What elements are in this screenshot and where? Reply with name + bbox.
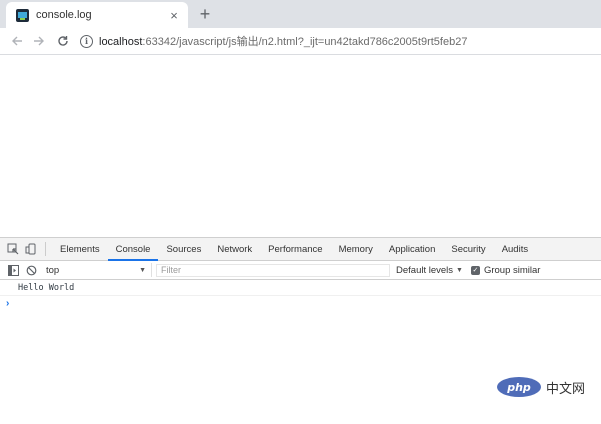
caret-down-icon: ▼ (139, 266, 146, 274)
tab-title: console.log (36, 9, 92, 21)
tab-application[interactable]: Application (381, 238, 443, 260)
log-levels-dropdown[interactable]: Default levels ▼ (396, 265, 463, 276)
clear-console-icon[interactable] (22, 261, 40, 279)
group-similar-checkbox[interactable]: ✓ (470, 265, 480, 275)
tab-strip: console.log × + (0, 0, 601, 28)
tab-audits[interactable]: Audits (494, 238, 536, 260)
tab-sources[interactable]: Sources (158, 238, 209, 260)
toolbar-divider (45, 242, 46, 256)
tab-elements[interactable]: Elements (52, 238, 108, 260)
inspect-element-icon[interactable] (4, 240, 22, 258)
close-tab-icon[interactable]: × (166, 7, 182, 23)
context-selector[interactable]: top ▼ (46, 263, 152, 277)
filter-input[interactable]: Filter (156, 263, 390, 277)
address-bar[interactable]: i localhost:63342/javascript/js输出/n2.htm… (80, 30, 467, 52)
tab-performance[interactable]: Performance (260, 238, 330, 260)
browser-toolbar: i localhost:63342/javascript/js输出/n2.htm… (0, 28, 601, 55)
site-info-icon[interactable]: i (80, 34, 93, 48)
browser-tab[interactable]: console.log × (6, 2, 188, 28)
tab-network[interactable]: Network (209, 238, 260, 260)
page-content (0, 55, 601, 236)
tab-security[interactable]: Security (443, 238, 493, 260)
sidebar-toggle-icon[interactable] (4, 261, 22, 279)
url-host: localhost (99, 36, 143, 48)
url-text[interactable]: localhost:63342/javascript/js输出/n2.html?… (99, 33, 467, 49)
device-toolbar-icon[interactable] (22, 240, 40, 258)
context-value: top (46, 264, 60, 276)
devtools-tab-bar: Elements Console Sources Network Perform… (0, 238, 601, 261)
watermark-logo: php (497, 377, 541, 397)
back-arrow-icon[interactable] (6, 30, 28, 52)
forward-arrow-icon[interactable] (28, 30, 50, 52)
watermark-text: 中文网 (546, 380, 586, 396)
watermark: php 中文网 (497, 377, 585, 397)
tab-console[interactable]: Console (107, 238, 159, 261)
url-path: :63342/javascript/js输出/n2.html?_ijt=un42… (142, 36, 468, 48)
prompt-chevron-icon: › (6, 297, 10, 309)
console-prompt[interactable]: › (0, 296, 601, 310)
caret-down-icon: ▼ (456, 266, 463, 274)
log-levels-label: Default levels (396, 264, 454, 276)
new-tab-button[interactable]: + (196, 5, 214, 23)
group-similar-toggle[interactable]: ✓ Group similar (470, 264, 541, 276)
console-toolbar: top ▼ Filter Default levels ▼ ✓ Group si… (0, 261, 601, 280)
console-message: Hello World (0, 281, 601, 296)
tab-memory[interactable]: Memory (331, 238, 381, 260)
reload-icon[interactable] (52, 30, 74, 52)
group-similar-label: Group similar (483, 264, 541, 276)
page-favicon-icon (16, 8, 29, 22)
